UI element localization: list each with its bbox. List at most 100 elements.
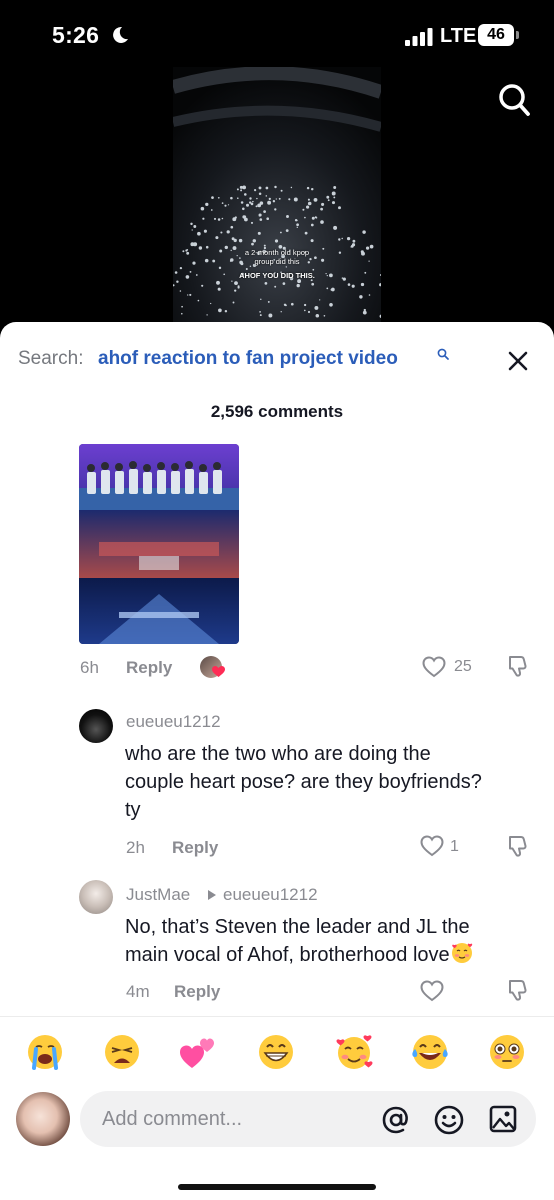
- video-caption-1: a 2-month old kpop group did this: [244, 248, 310, 266]
- lightstick-dot: [257, 203, 262, 208]
- lightstick-dot: [258, 186, 262, 190]
- avatar[interactable]: [79, 709, 113, 743]
- lightstick-dot: [268, 197, 271, 201]
- lightstick-dot: [278, 197, 281, 200]
- lightstick-dot: [351, 243, 356, 247]
- lightstick-dot: [190, 222, 193, 226]
- close-icon[interactable]: [503, 346, 533, 376]
- search-query-link[interactable]: ahof reaction to fan project video: [98, 348, 398, 370]
- comment-input-placeholder: Add comment...: [102, 1108, 243, 1130]
- comment-time: 4m: [126, 982, 150, 1001]
- lightstick-dot: [249, 197, 252, 200]
- lightstick-dot: [246, 203, 249, 207]
- lightstick-dot: [331, 191, 336, 196]
- lightstick-dot: [234, 289, 237, 292]
- video-thumbnail[interactable]: a 2-month old kpop group did this AHOF YO…: [173, 67, 381, 335]
- lightstick-dot: [216, 280, 220, 285]
- lightstick-dot: [263, 210, 266, 213]
- status-time: 5:26: [52, 22, 100, 48]
- lightstick-dot: [221, 217, 224, 220]
- avatar[interactable]: [79, 880, 113, 914]
- heart-outline-icon[interactable]: [420, 835, 444, 857]
- lightstick-dot: [314, 305, 319, 310]
- lightstick-dot: [320, 220, 324, 224]
- lightstick-dot: [333, 225, 338, 230]
- lightstick-dot: [197, 231, 201, 236]
- lightstick-dot: [285, 229, 289, 232]
- lightstick-dot: [221, 202, 224, 204]
- lightstick-dot: [327, 199, 330, 202]
- dislike-icon[interactable]: [506, 654, 530, 678]
- lightstick-dot: [286, 215, 289, 218]
- lightstick-dot: [258, 192, 262, 195]
- lightstick-dot: [296, 223, 299, 227]
- lightstick-dot: [311, 216, 315, 220]
- smiling-face-with-hearts-icon: [451, 943, 472, 963]
- lightstick-dot: [296, 219, 298, 222]
- lightstick-dot: [311, 282, 315, 286]
- reply-button[interactable]: Reply: [174, 982, 220, 1002]
- battery-nub: [516, 31, 519, 39]
- lightstick-dot: [288, 198, 291, 201]
- at-icon[interactable]: [380, 1104, 412, 1136]
- lightstick-dot: [333, 196, 336, 199]
- loudly-crying-face-icon[interactable]: [25, 1032, 65, 1072]
- two-hearts-icon[interactable]: [178, 1032, 218, 1072]
- lightstick-dot: [351, 284, 355, 288]
- lightstick-dot: [181, 305, 183, 308]
- user-avatar[interactable]: [16, 1092, 70, 1146]
- lightstick-dot: [326, 287, 329, 290]
- lightstick-dot: [254, 189, 257, 192]
- lightstick-dot: [251, 242, 254, 246]
- smiling-face-with-hearts-icon[interactable]: [334, 1032, 374, 1072]
- lightstick-dot: [282, 282, 286, 285]
- reply-button[interactable]: Reply: [126, 658, 172, 678]
- comment-username[interactable]: JustMae: [126, 885, 190, 905]
- image-icon[interactable]: [488, 1104, 518, 1134]
- reply-to-username[interactable]: eueueu1212: [223, 885, 318, 905]
- like-count: 25: [454, 658, 472, 675]
- lightstick-dot: [179, 290, 182, 292]
- comment-username[interactable]: eueueu1212: [126, 712, 221, 732]
- lightstick-dot: [279, 231, 282, 234]
- lightstick-dot: [265, 186, 269, 190]
- comment-text: who are the two who are doing the couple…: [125, 743, 482, 821]
- reply-button[interactable]: Reply: [172, 838, 218, 858]
- lightstick-dot: [307, 201, 312, 206]
- lightstick-dot: [313, 198, 318, 202]
- heart-icon: [212, 666, 225, 677]
- lightstick-dot: [193, 225, 197, 228]
- heart-outline-icon[interactable]: [420, 980, 444, 1002]
- signal-icon: [405, 28, 433, 46]
- heart-outline-icon[interactable]: [422, 656, 446, 678]
- lightstick-dot: [232, 301, 235, 304]
- lightstick-dot: [224, 204, 227, 207]
- comment-input[interactable]: Add comment...: [80, 1091, 536, 1147]
- lightstick-dot: [236, 188, 239, 191]
- face-with-tears-of-joy-icon[interactable]: [410, 1032, 450, 1072]
- weary-face-icon[interactable]: [102, 1032, 142, 1072]
- lightstick-dot: [242, 185, 247, 190]
- network-label: LTE: [440, 25, 477, 47]
- home-indicator[interactable]: [178, 1184, 376, 1190]
- search-icon[interactable]: [497, 82, 531, 118]
- lightstick-dot: [242, 207, 245, 211]
- dislike-icon[interactable]: [506, 834, 530, 858]
- comment-count: 2,596 comments: [210, 402, 344, 421]
- comment-image[interactable]: [79, 444, 239, 644]
- smile-icon[interactable]: [433, 1104, 465, 1136]
- lightstick-dot: [267, 300, 270, 303]
- dislike-icon[interactable]: [506, 978, 530, 1002]
- divider: [0, 1016, 554, 1017]
- grinning-face-icon[interactable]: [256, 1032, 296, 1072]
- flushed-face-icon[interactable]: [487, 1032, 527, 1072]
- lightstick-dot: [323, 314, 326, 317]
- lightstick-dot: [237, 285, 240, 288]
- lightstick-dot: [252, 200, 254, 203]
- lightstick-dot: [201, 284, 204, 287]
- lightstick-dot: [368, 294, 371, 296]
- lightstick-dot: [341, 237, 343, 240]
- lightstick-dot: [329, 302, 333, 307]
- lightstick-dot: [259, 314, 262, 317]
- lightstick-dot: [302, 208, 305, 211]
